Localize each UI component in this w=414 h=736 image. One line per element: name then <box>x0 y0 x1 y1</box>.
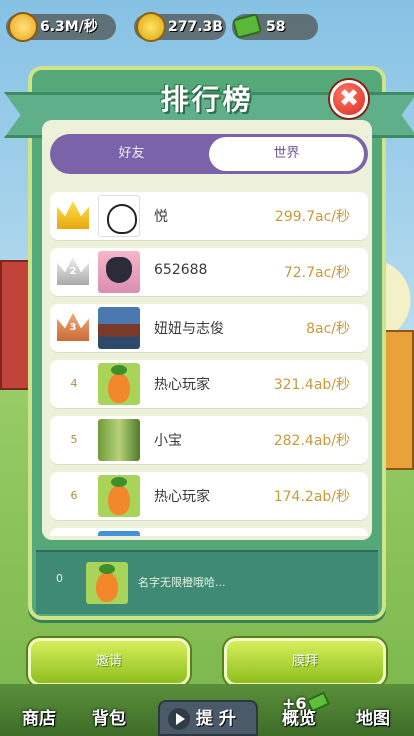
overview-tab[interactable]: 概览 <box>282 704 316 734</box>
ranking-row[interactable] <box>50 528 368 536</box>
tab-world[interactable]: 世界 <box>209 137 364 171</box>
coin-value: 277.3B <box>168 19 223 35</box>
player-score: 8ac/秒 <box>306 321 350 337</box>
income-rate-value: 6.3M/秒 <box>40 19 98 35</box>
player-score: 174.2ab/秒 <box>273 489 350 505</box>
player-name: 小宝 <box>154 433 182 449</box>
avatar <box>98 475 140 517</box>
leaderboard-panel: 好友 世界 悦 299.7ac/秒 2 652688 72.7ac/秒 3 妞妞… <box>42 120 372 540</box>
income-icon <box>8 12 38 42</box>
leaderboard-modal: 排行榜 ✖ 好友 世界 悦 299.7ac/秒 2 652688 72.7ac/… <box>4 66 414 620</box>
rank-number: 5 <box>70 433 78 446</box>
tab-friends[interactable]: 好友 <box>54 137 209 171</box>
avatar <box>98 251 140 293</box>
player-name: 悦 <box>154 209 168 225</box>
ranking-row[interactable]: 2 652688 72.7ac/秒 <box>50 248 368 296</box>
coin-icon <box>136 12 166 42</box>
cash-icon <box>231 12 263 40</box>
map-tab[interactable]: 地图 <box>356 704 390 734</box>
background-building-right <box>384 330 414 470</box>
rank-number: 2 <box>69 266 77 277</box>
worship-button[interactable]: 膜拜 <box>224 638 386 686</box>
my-player-name: 名字无限橙哦哈... <box>138 576 226 589</box>
ranking-list[interactable]: 悦 299.7ac/秒 2 652688 72.7ac/秒 3 妞妞与志俊 8a… <box>50 192 368 536</box>
coin-display: 277.3B <box>134 12 226 42</box>
player-name: 热心玩家 <box>154 377 210 393</box>
rank-number: 4 <box>70 377 78 390</box>
rank-number: 6 <box>70 489 78 502</box>
player-score: 282.4ab/秒 <box>273 433 350 449</box>
my-avatar <box>86 562 128 604</box>
gold-crown-icon <box>57 201 89 229</box>
play-icon <box>168 708 190 730</box>
avatar <box>98 195 140 237</box>
avatar <box>98 363 140 405</box>
ranking-row[interactable]: 3 妞妞与志俊 8ac/秒 <box>50 304 368 352</box>
cash-display: 58 <box>231 12 318 40</box>
ranking-row[interactable]: 5 小宝 282.4ab/秒 <box>50 416 368 464</box>
player-score: 72.7ac/秒 <box>283 265 350 281</box>
upgrade-label: 提 升 <box>196 709 236 729</box>
income-rate-display: 6.3M/秒 <box>6 12 116 42</box>
shop-tab[interactable]: 商店 <box>22 704 56 734</box>
player-score: 299.7ac/秒 <box>274 209 350 225</box>
player-score: 321.4ab/秒 <box>273 377 350 393</box>
close-button[interactable]: ✖ <box>330 80 368 118</box>
player-name: 妞妞与志俊 <box>154 321 224 337</box>
invite-button[interactable]: 邀请 <box>28 638 190 686</box>
my-rank-number: 0 <box>56 572 63 585</box>
player-name: 652688 <box>154 262 208 278</box>
rank-number: 3 <box>69 322 77 333</box>
top-hud: 6.3M/秒 277.3B 58 <box>0 10 414 42</box>
ranking-row[interactable]: 6 热心玩家 174.2ab/秒 <box>50 472 368 520</box>
avatar <box>98 307 140 349</box>
avatar <box>98 531 140 536</box>
ranking-row[interactable]: 悦 299.7ac/秒 <box>50 192 368 240</box>
tab-switcher: 好友 世界 <box>50 134 368 174</box>
player-name: 热心玩家 <box>154 489 210 505</box>
cash-value: 58 <box>266 19 286 35</box>
upgrade-button[interactable]: 提 升 <box>158 700 258 736</box>
avatar <box>98 419 140 461</box>
bag-tab[interactable]: 背包 <box>92 704 126 734</box>
ranking-row[interactable]: 4 热心玩家 321.4ab/秒 <box>50 360 368 408</box>
my-ranking-row: 0 名字无限橙哦哈... <box>36 550 378 614</box>
